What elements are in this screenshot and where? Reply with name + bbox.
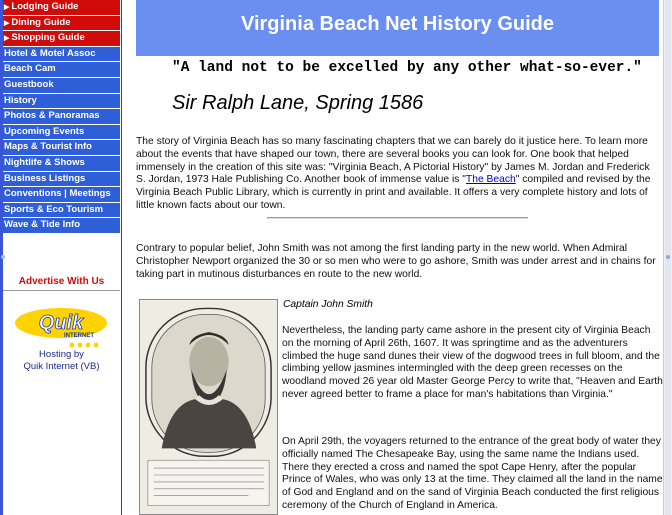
logo-dot [77, 342, 83, 348]
sidebar-item-beach-cam[interactable]: Beach Cam [3, 62, 120, 78]
sidebar-item-business-listings[interactable]: Business Listings [3, 171, 120, 188]
sidebar-item-wave-tide-info[interactable]: Wave & Tide Info [3, 218, 120, 234]
sidebar-item-label: Nightlife & Shows [4, 156, 85, 168]
chesapeake-paragraph: On April 29th, the voyagers returned to … [282, 436, 663, 511]
arrow-icon: ▶ [4, 35, 10, 43]
sidebar-item-label: Sports & Eco Tourism [4, 203, 104, 215]
sidebar-item-label: Shopping Guide [11, 32, 85, 44]
sidebar-item-label: Maps & Tourist Info [4, 141, 92, 153]
sidebar-item-guestbook[interactable]: Guestbook [3, 77, 120, 94]
john-smith-paragraph: Contrary to popular belief, John Smith w… [136, 243, 656, 280]
logo-dot [93, 342, 99, 348]
quote: "A land not to be excelled by any other … [172, 60, 642, 76]
logo-dot [69, 342, 75, 348]
portrait-caption: Captain John Smith [283, 299, 373, 310]
hosted-line-1: Hosting by [39, 349, 84, 360]
sidebar-item-label: Business Listings [4, 172, 86, 184]
sidebar-item-label: Guestbook [4, 78, 54, 90]
logo-subtext: INTERNET [64, 333, 94, 339]
intro-paragraph: The story of Virginia Beach has so many … [136, 136, 662, 213]
page-title: Virginia Beach Net History Guide [240, 13, 555, 35]
sidebar-item-label: Lodging Guide [11, 1, 79, 12]
sidebar-item-shopping-guide[interactable]: ▶ Shopping Guide [3, 31, 120, 47]
quik-internet-logo[interactable]: Quik INTERNET [12, 305, 110, 349]
logo-text: Quik [39, 312, 84, 334]
sidebar-item-label: Hotel & Motel Assoc [4, 47, 96, 59]
landing-paragraph: Nevertheless, the landing party came ash… [282, 325, 663, 400]
sidebar-item-hotel-motel-assoc[interactable]: Hotel & Motel Assoc [3, 46, 120, 63]
hosted-line-2: Quik Internet (VB) [23, 361, 100, 372]
divider [3, 290, 120, 291]
sidebar-item-nightlife-shows[interactable]: Nightlife & Shows [3, 155, 120, 172]
arrow-icon: ▶ [4, 4, 10, 11]
sidebar-item-photos-panoramas[interactable]: Photos & Panoramas [3, 109, 120, 125]
frame-resize-handle[interactable] [1, 255, 5, 259]
sidebar-item-label: Beach Cam [4, 63, 56, 75]
sidebar-item-label: Conventions | Meetings [4, 188, 111, 200]
sidebar-item-conventions-meetings[interactable]: Conventions | Meetings [3, 187, 120, 203]
sidebar-item-label: Wave & Tide Info [4, 219, 81, 231]
vertical-scrollbar[interactable] [663, 0, 672, 515]
sidebar-nav: ▶ Lodging Guide ▶ Dining Guide ▶ Shopping Gui… [3, 0, 120, 234]
sidebar-item-lodging-guide[interactable]: ▶ Lodging Guide [3, 0, 120, 16]
horizontal-rule [267, 217, 528, 219]
sidebar: ▶ Lodging Guide ▶ Dining Guide ▶ Shopping Gui… [0, 0, 122, 515]
sidebar-item-label: Photos & Panoramas [4, 110, 100, 122]
logo-dot [85, 342, 91, 348]
the-beach-link[interactable]: The Beach [466, 174, 516, 185]
sidebar-item-maps-tourist-info[interactable]: Maps & Tourist Info [3, 140, 120, 156]
sidebar-item-sports-eco-tourism[interactable]: Sports & Eco Tourism [3, 202, 120, 219]
sidebar-item-label: Upcoming Events [4, 125, 85, 137]
john-smith-portrait [139, 299, 278, 515]
arrow-icon: ▶ [4, 19, 10, 27]
sidebar-item-label: History [4, 94, 37, 106]
page-header: Virginia Beach Net History Guide [136, 0, 659, 56]
sidebar-item-label: Dining Guide [11, 16, 71, 28]
sidebar-item-upcoming-events[interactable]: Upcoming Events [3, 124, 120, 141]
hosting-credit: Hosting by Quik Internet (VB) [3, 349, 120, 373]
sidebar-item-history[interactable]: History [3, 93, 120, 110]
quote-author: Sir Ralph Lane, Spring 1586 [172, 92, 424, 114]
sidebar-item-dining-guide[interactable]: ▶ Dining Guide [3, 15, 120, 32]
scrollbar-grip [666, 255, 670, 259]
advertise-link[interactable]: Advertise With Us [3, 276, 120, 287]
